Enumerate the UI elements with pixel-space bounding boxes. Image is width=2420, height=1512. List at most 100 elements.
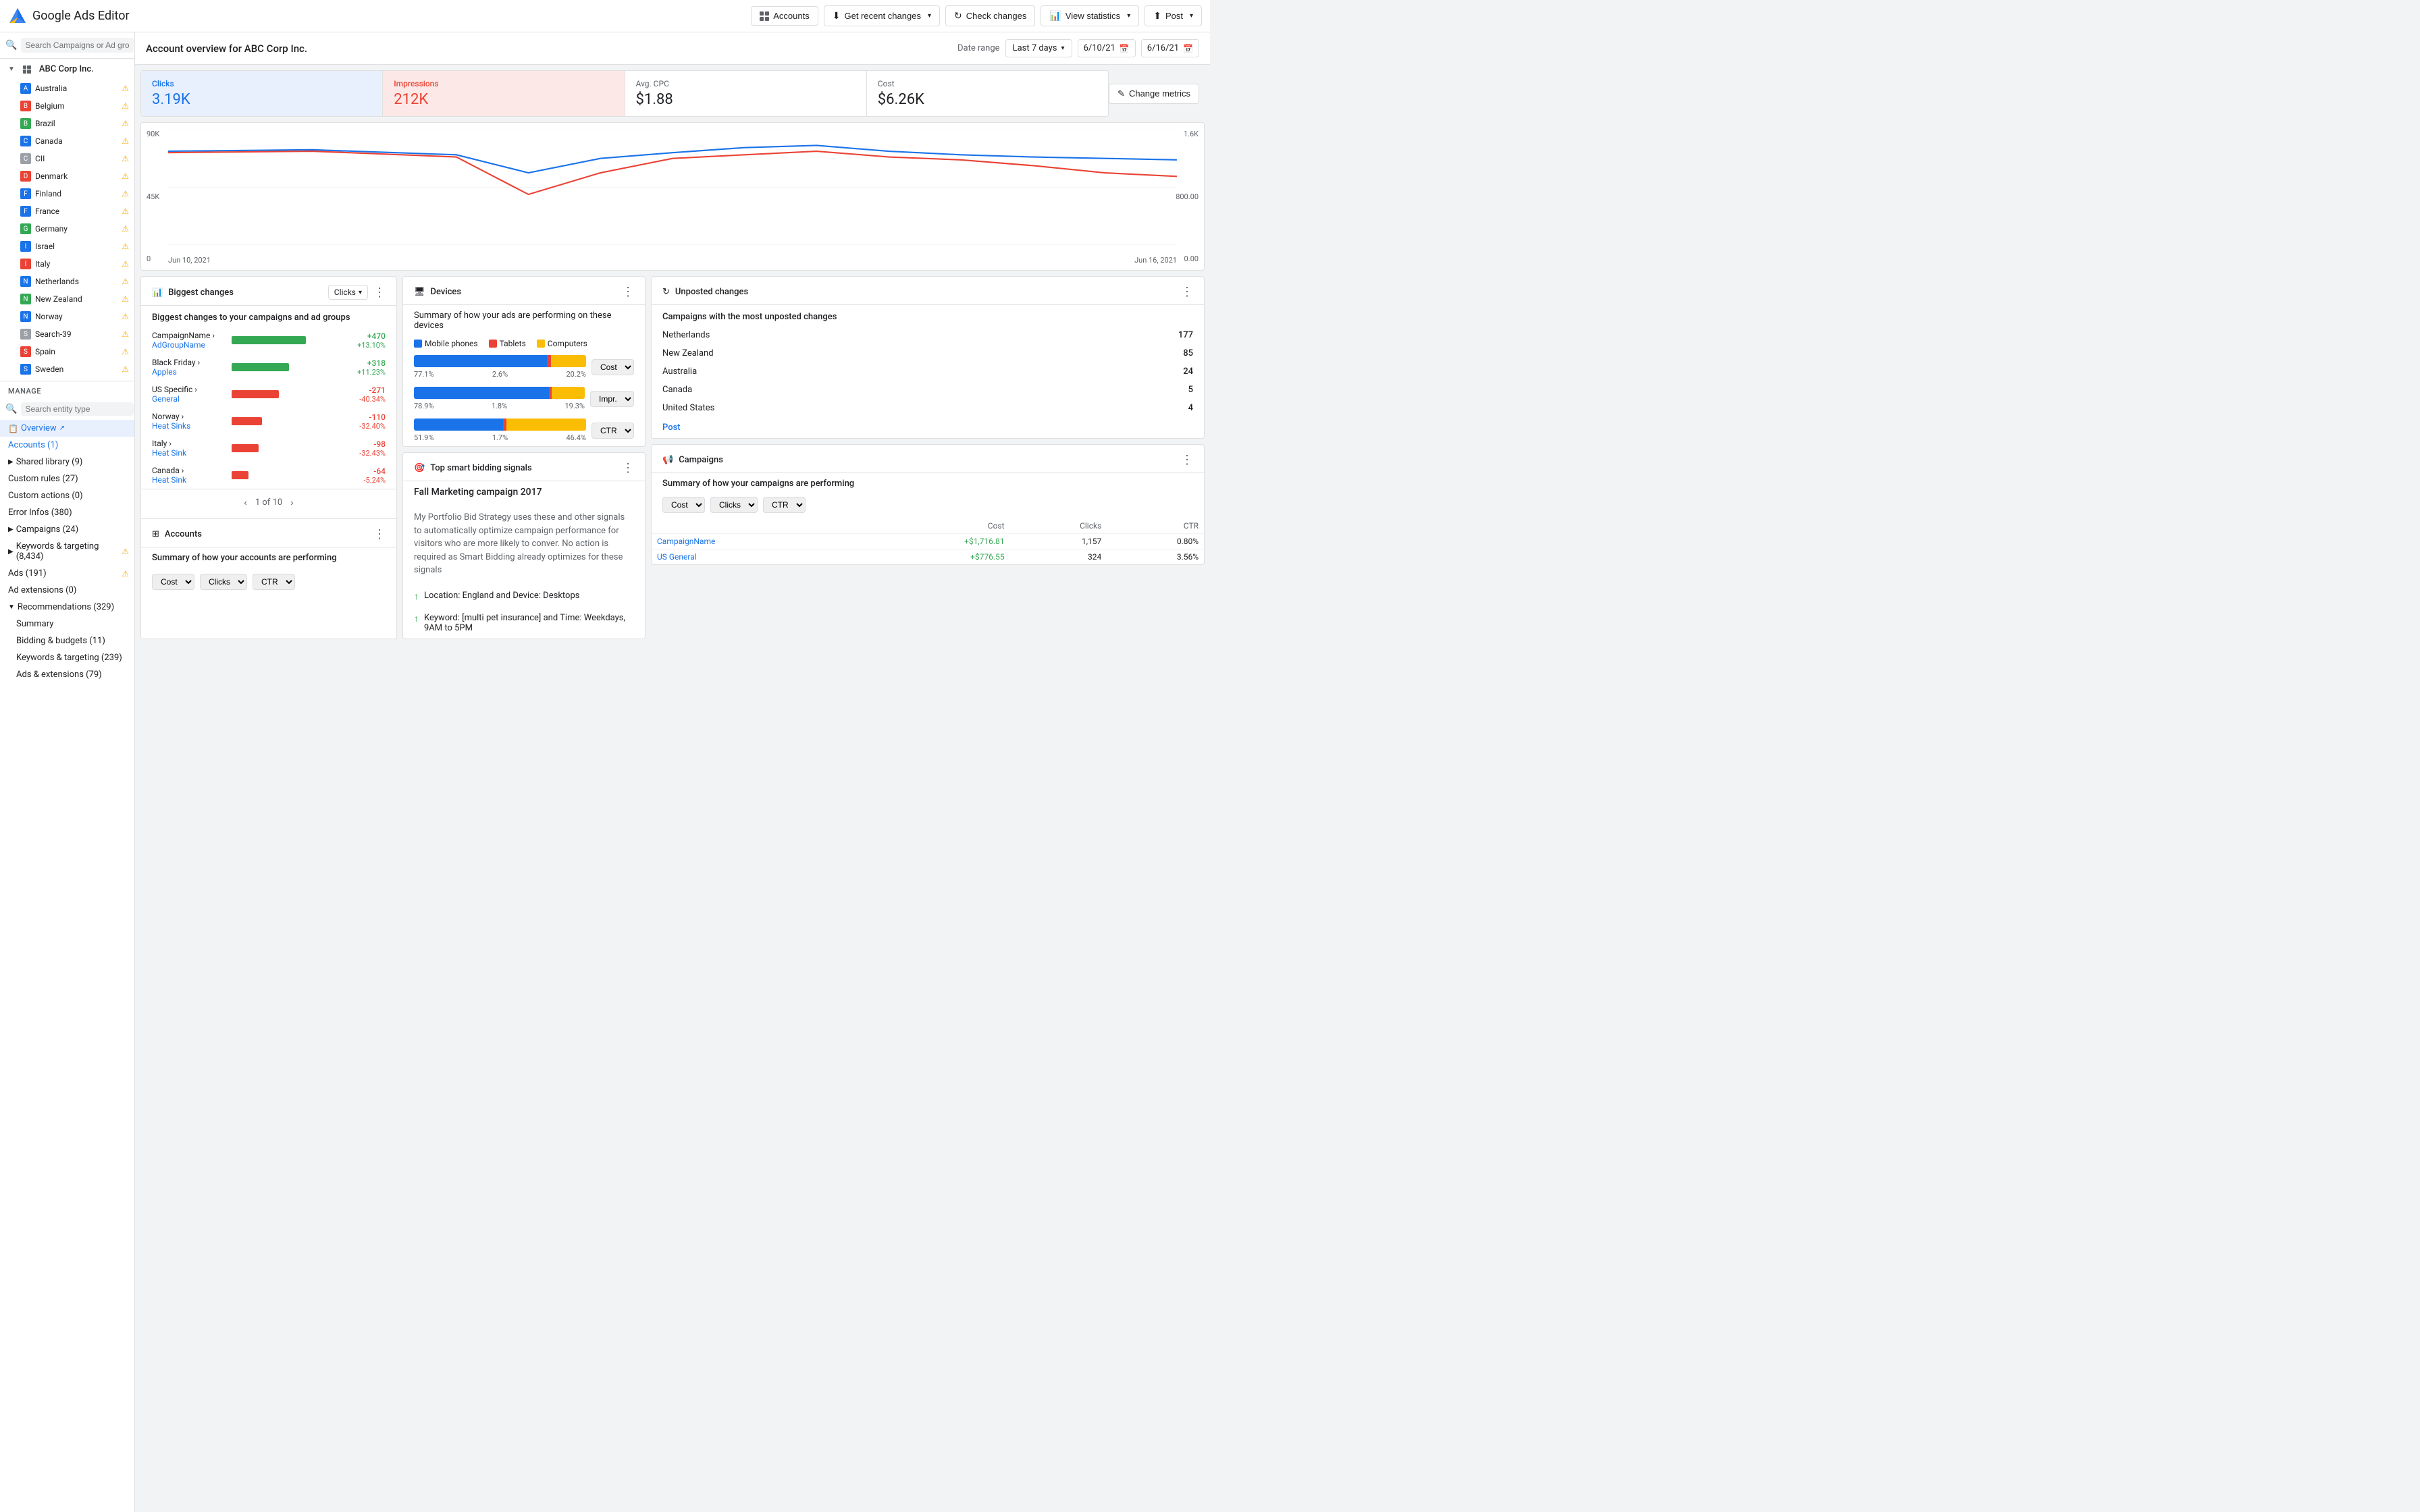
post-link[interactable]: Post [652,417,1204,438]
chart-y-left-axis: 90K 45K 0 [147,123,159,270]
country-icon-australia: A [20,83,31,94]
impr-tablets-pct: 1.8% [492,402,507,410]
sidebar-item-sweden[interactable]: S Sweden ⚠ [0,360,134,378]
sidebar-item-search39[interactable]: S Search-39 ⚠ [0,325,134,343]
country-icon-netherlands: N [20,276,31,287]
warning-icon-germany: ⚠ [122,224,129,234]
sidebar-item-norway[interactable]: N Norway ⚠ [0,308,134,325]
account-header[interactable]: ▼ ABC Corp Inc. [0,59,134,80]
sidebar-item-error-infos[interactable]: Error Infos (380) [0,504,134,521]
campaign-cost-1: +$776.55 [858,549,1009,565]
sidebar-item-israel[interactable]: I Israel ⚠ [0,238,134,255]
devices-panel: 🖥 Devices ⋮ Summary of how your ads are … [402,276,646,447]
campaigns-table-row-0: CampaignName +$1,716.81 1,157 0.80% [652,534,1204,549]
sidebar-item-overview[interactable]: 📋 Overview ↗ [0,420,134,437]
sidebar-item-france[interactable]: F France ⚠ [0,202,134,220]
impressions-value: 212K [394,91,613,108]
entity-search-input[interactable] [21,402,134,416]
unposted-row-canada: Canada 5 [652,381,1204,399]
accounts-col2-select[interactable]: Clicks [200,574,247,590]
sidebar-item-brazil[interactable]: B Brazil ⚠ [0,115,134,132]
warning-icon-keywords: ⚠ [122,547,129,556]
page-indicator: 1 of 10 [255,497,282,508]
accounts-button[interactable]: Accounts [751,6,818,26]
sidebar-item-spain[interactable]: S Spain ⚠ [0,343,134,360]
sidebar-item-rec-bidding[interactable]: Bidding & budgets (11) [0,632,134,649]
prev-page-button[interactable]: ‹ [241,495,249,510]
sidebar-item-denmark[interactable]: D Denmark ⚠ [0,167,134,185]
campaigns-performance-more-btn[interactable]: ⋮ [1181,453,1193,467]
date-from-input[interactable]: 6/10/21 📅 [1078,39,1136,57]
sidebar-item-rec-summary[interactable]: Summary [0,616,134,632]
change-metrics-button[interactable]: ✎ Change metrics [1109,84,1199,104]
smart-bidding-more-btn[interactable]: ⋮ [622,461,634,475]
smart-bidding-header: 🎯 Top smart bidding signals ⋮ [403,453,645,481]
x-label-start: Jun 10, 2021 [168,256,211,265]
sidebar-item-accounts[interactable]: Accounts (1) [0,437,134,454]
clicks-label: Clicks [152,79,371,88]
sidebar-item-ad-extensions[interactable]: Ad extensions (0) [0,582,134,599]
accounts-label: Accounts [773,11,809,21]
next-page-button[interactable]: › [288,495,296,510]
unposted-more-btn[interactable]: ⋮ [1181,285,1193,299]
accounts-col1-select[interactable]: Cost [152,574,194,590]
signal-arrow-1: ↑ [414,613,419,624]
ctr-mobile-bar [414,418,503,431]
sidebar-search-container: 🔍 ⋮ [0,32,134,59]
sidebar-item-canada[interactable]: C Canada ⚠ [0,132,134,150]
accounts-col3-select[interactable]: CTR [253,574,295,590]
change-metrics-label: Change metrics [1129,88,1190,99]
sidebar-search-input[interactable] [21,38,134,53]
sidebar-item-ads[interactable]: Ads (191) ⚠ [0,565,134,582]
date-to-input[interactable]: 6/16/21 📅 [1141,39,1199,57]
post-button[interactable]: ⬆ Post ▾ [1145,5,1202,26]
stat-card-avg-cpc: Avg. CPC $1.88 [625,71,867,116]
unposted-title: ↻ Unposted changes [662,287,1181,297]
sidebar-item-custom-rules[interactable]: Custom rules (27) [0,470,134,487]
smart-bidding-description: My Portfolio Bid Strategy uses these and… [403,503,645,585]
cost-metric-select[interactable]: Cost [591,359,634,375]
accounts-more-btn[interactable]: ⋮ [373,527,386,541]
change-value-5: -64 -5.24% [345,466,386,485]
date-range-select[interactable]: Last 7 days ▾ [1005,39,1072,57]
get-recent-button[interactable]: ⬇ Get recent changes ▾ [824,5,940,26]
sidebar-item-netherlands[interactable]: N Netherlands ⚠ [0,273,134,290]
sidebar-item-finland[interactable]: F Finland ⚠ [0,185,134,202]
campaigns-col2-select[interactable]: Clicks [710,497,758,513]
warning-icon-search39: ⚠ [122,329,129,339]
sidebar-item-campaigns[interactable]: ▶ Campaigns (24) [0,521,134,538]
campaigns-col3-select[interactable]: CTR [763,497,806,513]
impr-metric-select[interactable]: Impr. [590,391,634,407]
campaign-cost-0: +$1,716.81 [858,534,1009,549]
check-changes-button[interactable]: ↻ Check changes [945,5,1035,26]
ctr-metric-select[interactable]: CTR [591,423,634,439]
cost-value: $6.26K [878,91,1097,108]
stat-card-impressions: Impressions 212K [383,71,625,116]
sidebar-item-keywords[interactable]: ▶ Keywords & targeting (8,434) ⚠ [0,538,134,565]
campaign-name-2: US Specific › General [152,385,226,404]
sidebar-item-new-zealand[interactable]: N New Zealand ⚠ [0,290,134,308]
sidebar-item-rec-ads[interactable]: Ads & extensions (79) [0,666,134,683]
sidebar-item-recommendations[interactable]: ▼ Recommendations (329) [0,599,134,616]
warning-icon-italy: ⚠ [122,259,129,269]
campaigns-col1-select[interactable]: Cost [662,497,705,513]
devices-more-btn[interactable]: ⋮ [622,285,634,299]
biggest-changes-more-btn[interactable]: ⋮ [373,286,386,300]
sidebar-item-italy[interactable]: I Italy ⚠ [0,255,134,273]
smart-bidding-title: 🎯 Top smart bidding signals [414,463,622,473]
devices-title: 🖥 Devices [414,287,622,297]
sidebar-item-shared-library[interactable]: ▶ Shared library (9) [0,454,134,470]
sidebar-item-rec-keywords[interactable]: Keywords & targeting (239) [0,649,134,666]
campaign-name-col-0: CampaignName [652,534,858,549]
y-right-mid: 800.00 [1176,192,1199,201]
clicks-metric-dropdown[interactable]: Clicks ▾ [328,285,368,300]
sidebar-item-australia[interactable]: A Australia ⚠ [0,80,134,97]
sidebar-item-germany[interactable]: G Germany ⚠ [0,220,134,238]
date-range-value: Last 7 days [1013,43,1057,53]
sidebar-item-belgium[interactable]: B Belgium ⚠ [0,97,134,115]
biggest-changes-title: 📊 Biggest changes [152,288,328,298]
sidebar-item-custom-actions[interactable]: Custom actions (0) [0,487,134,504]
sidebar-item-cii[interactable]: C CII ⚠ [0,150,134,167]
view-statistics-button[interactable]: 📊 View statistics ▾ [1041,5,1139,26]
impr-computers-pct: 19.3% [564,402,585,410]
